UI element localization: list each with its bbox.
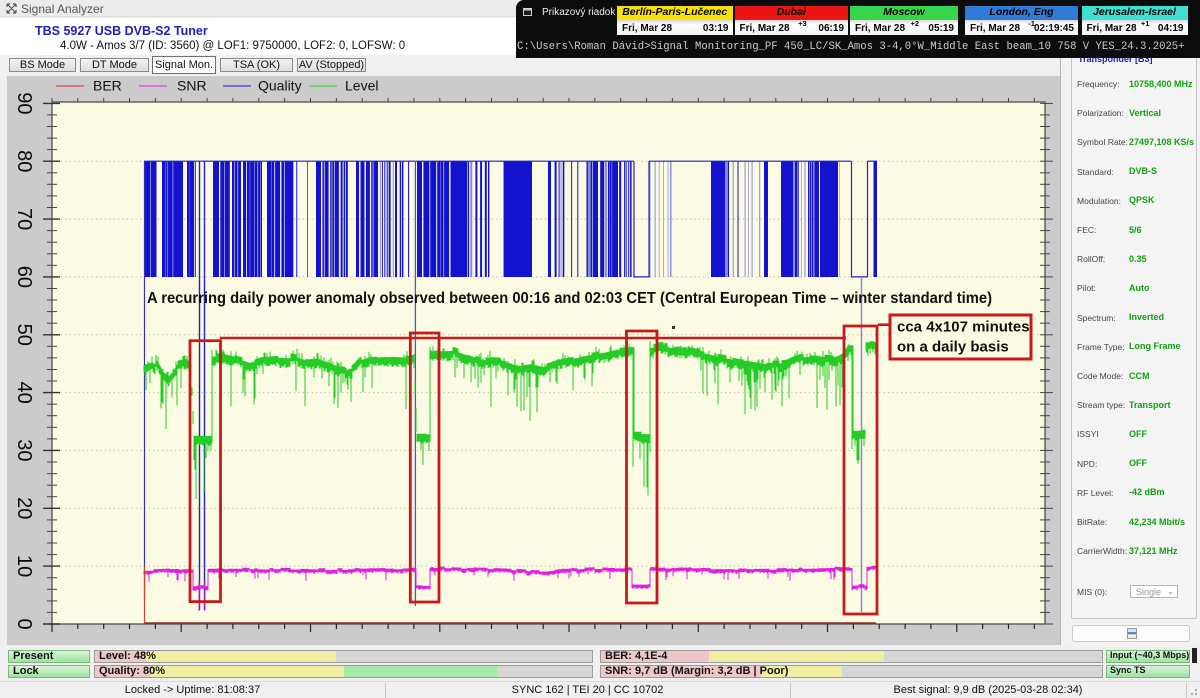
svg-text:0: 0 <box>13 618 35 629</box>
svg-text:40: 40 <box>13 381 35 403</box>
svg-text:Level: Level <box>345 78 378 94</box>
svg-text:20: 20 <box>13 497 35 519</box>
svg-text:on a daily basis: on a daily basis <box>897 339 1009 356</box>
svg-text:cca 4x107 minutes: cca 4x107 minutes <box>897 319 1030 336</box>
svg-text:30: 30 <box>13 439 35 461</box>
svg-text:SNR: SNR <box>177 78 207 94</box>
svg-text:Quality: Quality <box>258 78 302 94</box>
svg-text:50: 50 <box>13 324 35 346</box>
svg-text:90: 90 <box>13 92 35 114</box>
svg-text:BER: BER <box>93 78 122 94</box>
svg-text:10: 10 <box>13 555 35 577</box>
svg-text:60: 60 <box>13 266 35 288</box>
svg-text:A recurring daily power anomal: A recurring daily power anomaly observed… <box>147 290 992 307</box>
svg-text:80: 80 <box>13 150 35 172</box>
svg-text:70: 70 <box>13 208 35 230</box>
